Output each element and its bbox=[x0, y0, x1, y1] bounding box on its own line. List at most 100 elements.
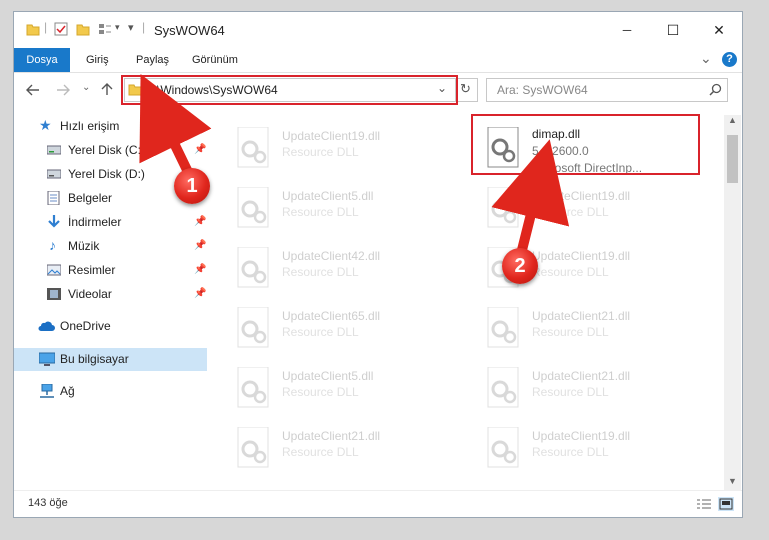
file-name: UpdateClient5.dll bbox=[282, 189, 374, 203]
list-item[interactable]: UpdateClient19.dll Resource DLL bbox=[224, 117, 454, 175]
dll-file-icon bbox=[487, 427, 519, 468]
separator: | bbox=[142, 20, 146, 34]
dll-file-icon bbox=[487, 367, 519, 408]
list-item[interactable]: UpdateClient65.dll Resource DLL bbox=[224, 297, 454, 355]
sidebar-item-videos[interactable]: Videolar 📌 bbox=[14, 283, 207, 306]
sidebar-item-pictures[interactable]: Resimler 📌 bbox=[14, 259, 207, 282]
status-bar: 143 öğe bbox=[14, 490, 742, 517]
minimize-button[interactable]: ─ bbox=[604, 12, 650, 48]
close-icon: ✕ bbox=[713, 21, 725, 38]
file-name: UpdateClient19.dll bbox=[532, 189, 631, 203]
dll-file-icon bbox=[237, 247, 269, 288]
file-type: Resource DLL bbox=[532, 205, 609, 219]
large-icons-view-icon[interactable] bbox=[718, 497, 734, 511]
sidebar-item-label: Yerel Disk (C:) bbox=[68, 143, 145, 157]
file-type: Resource DLL bbox=[532, 325, 609, 339]
vertical-scrollbar[interactable]: ▲ ▼ bbox=[724, 115, 741, 490]
sidebar-item-label: Bu bilgisayar bbox=[60, 352, 129, 366]
file-name: UpdateClient19.dll bbox=[532, 429, 631, 443]
tab-view[interactable]: Görünüm bbox=[192, 48, 238, 72]
cloud-icon bbox=[38, 321, 55, 331]
sidebar-item-disk-c[interactable]: Yerel Disk (C:) 📌 bbox=[14, 139, 207, 162]
dll-file-icon bbox=[237, 127, 269, 168]
step-2-badge: 2 bbox=[502, 248, 538, 284]
refresh-button[interactable]: ↻ bbox=[455, 78, 478, 102]
sidebar-item-label: Hızlı erişim bbox=[60, 119, 120, 133]
sidebar-item-downloads[interactable]: İndirmeler 📌 bbox=[14, 211, 207, 234]
pin-icon: 📌 bbox=[194, 216, 207, 227]
ribbon-tabs: Dosya Giriş Paylaş Görünüm ⌄ ? bbox=[14, 48, 742, 73]
details-view-icon[interactable] bbox=[697, 498, 711, 510]
chevron-down-icon[interactable]: ▾ bbox=[115, 22, 120, 33]
properties-icon[interactable] bbox=[54, 22, 68, 36]
file-type: Resource DLL bbox=[532, 445, 609, 459]
sidebar-item-onedrive[interactable]: OneDrive bbox=[14, 315, 207, 338]
drive-icon bbox=[47, 169, 61, 179]
forward-icon[interactable] bbox=[56, 84, 70, 96]
file-type: Resource DLL bbox=[282, 145, 359, 159]
file-name: UpdateClient65.dll bbox=[282, 309, 381, 323]
list-item[interactable]: UpdateClient5.dll Resource DLL bbox=[224, 357, 454, 415]
file-type: Resource DLL bbox=[282, 385, 359, 399]
back-icon[interactable] bbox=[26, 84, 40, 96]
file-name: UpdateClient21.dll bbox=[282, 429, 381, 443]
list-item[interactable]: UpdateClient21.dll Resource DLL bbox=[474, 357, 704, 415]
help-icon[interactable]: ? bbox=[722, 52, 737, 67]
sidebar-item-network[interactable]: Ağ bbox=[14, 380, 207, 403]
tab-share[interactable]: Paylaş bbox=[136, 48, 169, 72]
file-name: UpdateClient19.dll bbox=[532, 249, 631, 263]
list-item[interactable]: UpdateClient19.dll Resource DLL bbox=[474, 417, 704, 475]
file-type: Resource DLL bbox=[282, 265, 359, 279]
dll-file-icon bbox=[237, 427, 269, 468]
tab-home[interactable]: Giriş bbox=[86, 48, 109, 72]
dll-file-icon bbox=[487, 187, 519, 228]
pin-icon: 📌 bbox=[194, 240, 207, 251]
scroll-down-icon[interactable]: ▼ bbox=[728, 476, 737, 486]
dimap-highlight bbox=[471, 114, 700, 175]
customize-toolbar-icon[interactable]: ▾ bbox=[128, 21, 134, 34]
video-icon bbox=[47, 288, 61, 300]
list-item[interactable]: UpdateClient21.dll Resource DLL bbox=[224, 417, 454, 475]
search-input[interactable]: Ara: SysWOW64 bbox=[497, 83, 588, 97]
file-type: Resource DLL bbox=[282, 445, 359, 459]
download-icon bbox=[48, 215, 60, 228]
list-item[interactable]: UpdateClient42.dll Resource DLL bbox=[224, 237, 454, 295]
search-icon[interactable] bbox=[709, 83, 722, 96]
sidebar-item-this-pc[interactable]: Bu bilgisayar bbox=[14, 348, 207, 371]
pictures-icon bbox=[47, 264, 61, 276]
file-name: UpdateClient21.dll bbox=[532, 369, 631, 383]
sidebar-item-label: Ağ bbox=[60, 384, 75, 398]
pin-icon: 📌 bbox=[194, 264, 207, 275]
list-item[interactable]: UpdateClient19.dll Resource DLL bbox=[474, 177, 704, 235]
expand-ribbon-icon[interactable]: ⌄ bbox=[700, 50, 712, 67]
address-bar-highlight bbox=[121, 75, 458, 105]
sidebar-item-label: Müzik bbox=[68, 239, 100, 253]
drive-icon bbox=[47, 145, 61, 155]
file-type: Resource DLL bbox=[532, 385, 609, 399]
view-options-icon[interactable] bbox=[98, 22, 112, 36]
item-count: 143 öğe bbox=[28, 497, 68, 509]
window-title: SysWOW64 bbox=[154, 23, 225, 38]
maximize-button[interactable]: ☐ bbox=[650, 12, 696, 48]
file-type: Resource DLL bbox=[282, 205, 359, 219]
file-type: Resource DLL bbox=[282, 325, 359, 339]
document-icon bbox=[47, 191, 60, 205]
list-item[interactable]: UpdateClient5.dll Resource DLL bbox=[224, 177, 454, 235]
file-name: UpdateClient42.dll bbox=[282, 249, 381, 263]
pin-icon: 📌 bbox=[194, 144, 207, 155]
sidebar-item-label: Belgeler bbox=[68, 191, 113, 205]
search-box[interactable]: Ara: SysWOW64 bbox=[486, 78, 728, 102]
refresh-icon: ↻ bbox=[460, 81, 471, 96]
tab-file[interactable]: Dosya bbox=[14, 48, 70, 72]
scroll-up-icon[interactable]: ▲ bbox=[728, 115, 737, 125]
new-folder-icon[interactable] bbox=[76, 22, 90, 36]
sidebar-item-label: Resimler bbox=[68, 263, 116, 277]
up-arrow-icon[interactable] bbox=[101, 82, 113, 96]
file-type: Resource DLL bbox=[532, 265, 609, 279]
list-item[interactable]: UpdateClient21.dll Resource DLL bbox=[474, 297, 704, 355]
sidebar-item-quick-access[interactable]: ★ Hızlı erişim bbox=[14, 115, 207, 138]
sidebar-item-music[interactable]: ♪ Müzik 📌 bbox=[14, 235, 207, 258]
close-button[interactable]: ✕ bbox=[696, 12, 742, 48]
recent-locations-icon[interactable]: ⌄ bbox=[82, 82, 90, 93]
scrollbar-thumb[interactable] bbox=[727, 135, 738, 183]
